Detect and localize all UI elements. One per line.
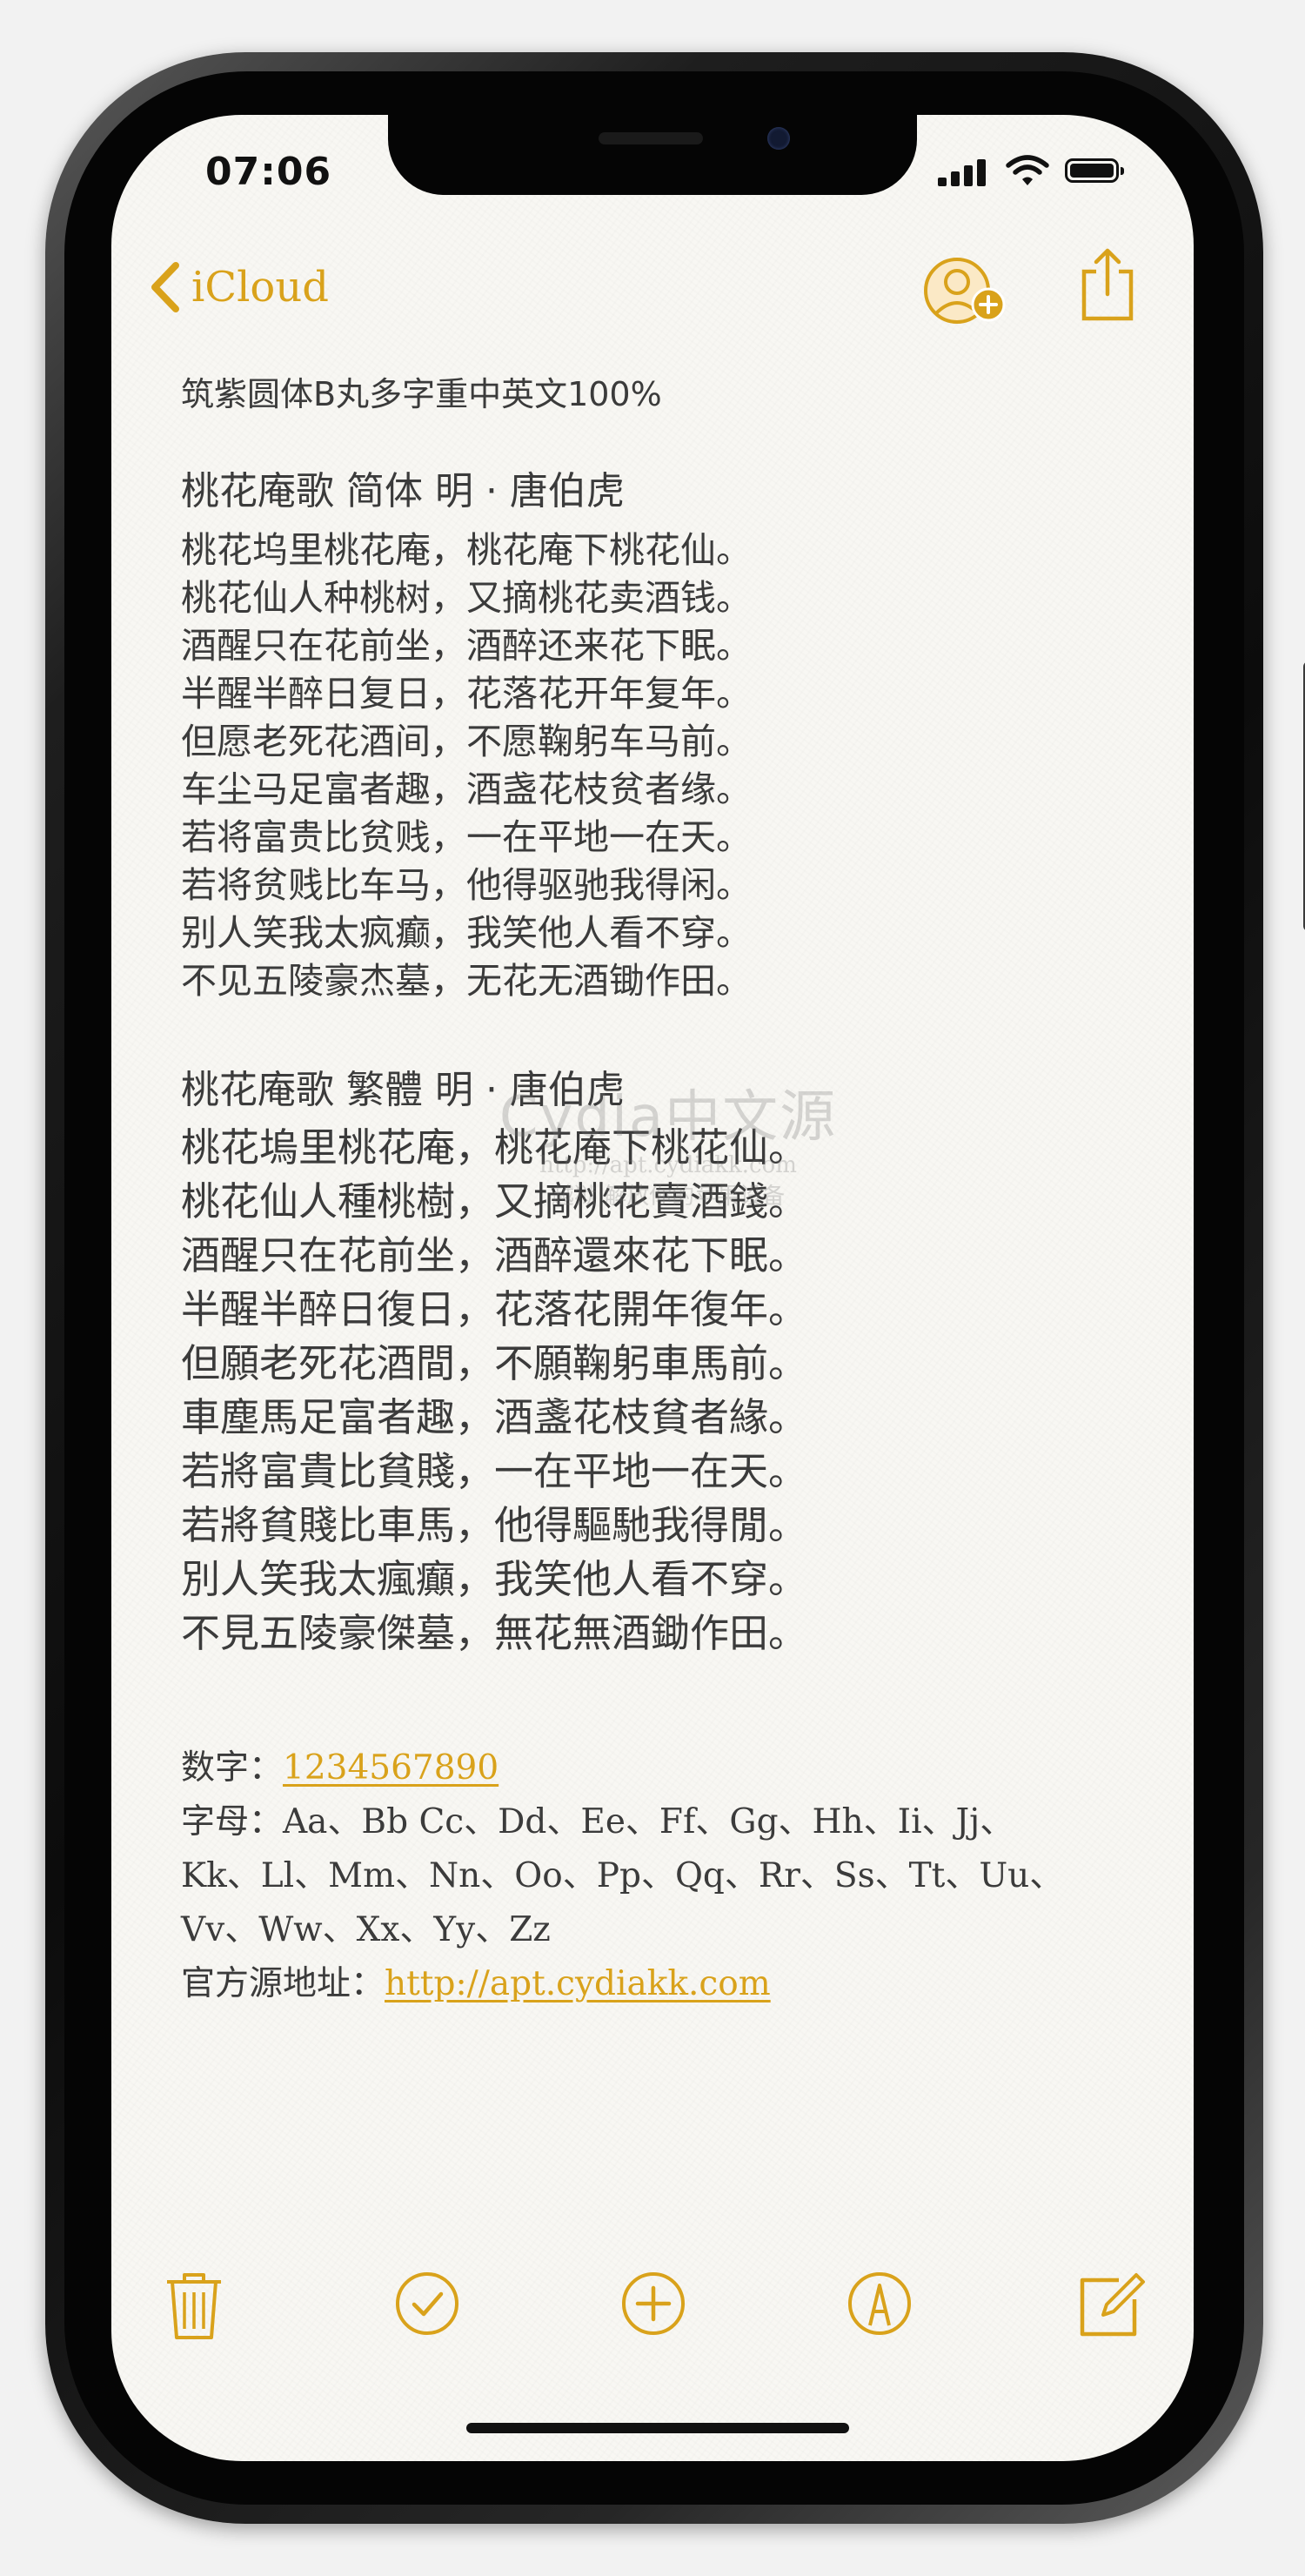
poem-traditional-line: 不見五陵豪傑墓，無花無酒鋤作田。 [181, 1610, 808, 1656]
source-link[interactable]: http://apt.cydiakk.com [385, 1964, 771, 2003]
status-icons [938, 153, 1129, 188]
source-label: 官方源地址： [181, 1964, 385, 2003]
poem-traditional-line: 桃花塢里桃花庵，桃花庵下桃花仙。 [181, 1124, 808, 1171]
poem-traditional-title: 桃花庵歌 繁體 明 · 唐伯虎 [181, 1068, 625, 1112]
compose-icon[interactable] [1072, 2264, 1150, 2343]
letters-line: Kk、Ll、Mm、Nn、Oo、Pp、Qq、Rr、Ss、Tt、Uu、 [181, 1856, 1064, 1895]
home-indicator[interactable] [466, 2423, 849, 2433]
poem-simplified-line: 酒醒只在花前坐，酒醉还来花下眠。 [181, 625, 752, 667]
letters-line: Vv、Ww、Xx、Yy、Zz [181, 1910, 551, 1949]
poem-simplified-line: 若将富贵比贫贱，一在平地一在天。 [181, 816, 752, 858]
digits-link[interactable]: 1234567890 [283, 1748, 499, 1788]
poem-traditional-line: 車塵馬足富者趣，酒盞花枝貧者緣。 [181, 1394, 808, 1440]
battery-icon [1065, 158, 1124, 183]
poem-simplified-line: 半醒半醉日复日，花落花开年复年。 [181, 673, 752, 714]
poem-traditional-line: 半醒半醉日復日，花落花開年復年。 [181, 1286, 808, 1332]
status-time: 07:06 [205, 150, 332, 194]
letters-row: 字母：Aa、Bb Cc、Dd、Ee、Ff、Gg、Hh、Ii、Jj、 [181, 1794, 1014, 1843]
poem-simplified-line: 但愿老死花酒间，不愿鞠躬车马前。 [181, 721, 752, 762]
trash-icon[interactable] [155, 2264, 233, 2343]
checklist-icon[interactable] [388, 2264, 466, 2343]
poem-traditional-line: 但願老死花酒間，不願鞠躬車馬前。 [181, 1340, 808, 1386]
cellular-signal-icon [938, 157, 992, 186]
front-camera [767, 127, 790, 150]
poem-traditional-line: 桃花仙人種桃樹，又摘桃花賣酒錢。 [181, 1178, 808, 1224]
back-button[interactable]: iCloud [146, 252, 329, 322]
poem-traditional-line: 別人笑我太瘋癲，我笑他人看不穿。 [181, 1556, 808, 1602]
note-heading: 筑紫圆体B丸多字重中英文100% [181, 375, 662, 413]
digits-row: 数字：1234567890 [181, 1741, 499, 1789]
chevron-left-icon [151, 262, 179, 312]
poem-simplified-title: 桃花庵歌 简体 明 · 唐伯虎 [181, 469, 625, 513]
letters-label: 字母： [181, 1802, 284, 1841]
poem-traditional-line: 若將富貴比貧賤，一在平地一在天。 [181, 1448, 808, 1494]
letters-line: Aa、Bb Cc、Dd、Ee、Ff、Gg、Hh、Ii、Jj、 [283, 1802, 1014, 1841]
share-icon[interactable] [1077, 245, 1138, 324]
poem-simplified-line: 桃花坞里桃花庵，桃花庵下桃花仙。 [181, 529, 752, 571]
screen: 07:06 iCloud 筑紫圆体B丸多字重中英文100% 桃花庵歌 简体 明 … [111, 115, 1194, 2461]
poem-simplified-line: 桃花仙人种桃树，又摘桃花卖酒钱。 [181, 577, 752, 619]
poem-simplified-line: 若将贫贱比车马，他得驱驰我得闲。 [181, 864, 752, 906]
poem-simplified-line: 车尘马足富者趣，酒盏花枝贫者缘。 [181, 768, 752, 810]
source-row: 官方源地址：http://apt.cydiakk.com [181, 1956, 771, 2005]
wifi-icon [1006, 155, 1049, 185]
poem-simplified-line: 不见五陵豪杰墓，无花无酒锄作田。 [181, 960, 752, 1002]
add-person-icon[interactable] [920, 254, 1016, 332]
markup-icon[interactable] [840, 2264, 919, 2343]
poem-traditional-line: 酒醒只在花前坐，酒醉還來花下眠。 [181, 1232, 808, 1278]
poem-traditional-line: 若將貧賤比車馬，他得驅馳我得閒。 [181, 1502, 808, 1548]
back-label: iCloud [191, 263, 329, 312]
notch [388, 115, 917, 195]
poem-simplified-line: 别人笑我太疯癫，我笑他人看不穿。 [181, 912, 752, 954]
digits-label: 数字： [181, 1748, 284, 1788]
earpiece-speaker [599, 132, 703, 144]
add-icon[interactable] [614, 2264, 693, 2343]
